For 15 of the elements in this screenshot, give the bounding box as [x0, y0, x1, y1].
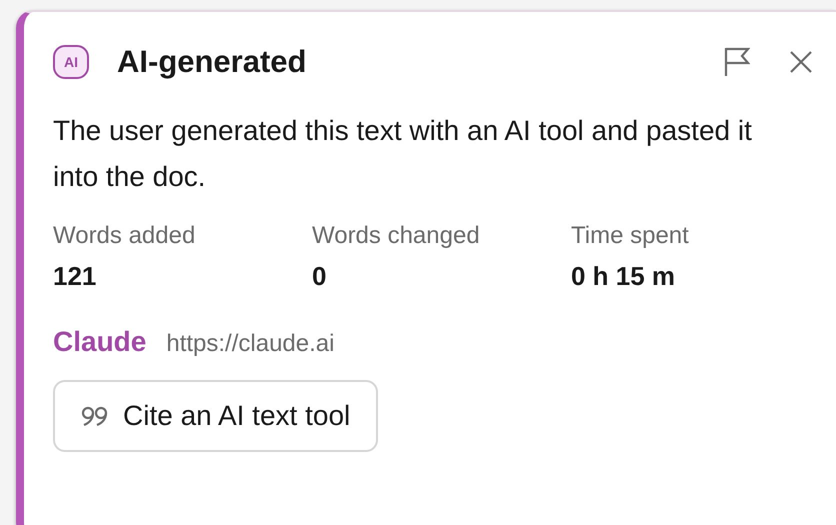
- source-name: Claude: [53, 326, 146, 358]
- cite-button[interactable]: Cite an AI text tool: [53, 380, 378, 452]
- stat-label: Words added: [53, 221, 196, 251]
- description-text: The user generated this text with an AI tool and pasted it into the doc.: [53, 114, 753, 194]
- stat-value: 0: [312, 260, 328, 293]
- stat-label: Words changed: [312, 221, 481, 251]
- ai-badge-icon: AI: [53, 45, 89, 79]
- stat-value: 0 h 15 m: [571, 260, 676, 293]
- stat-label: Time spent: [571, 221, 690, 251]
- quote-icon: [81, 406, 109, 426]
- card-title: AI-generated: [117, 44, 308, 80]
- stat-value: 121: [53, 260, 98, 293]
- source-url: https://claude.ai: [166, 330, 334, 358]
- close-icon[interactable]: [790, 51, 812, 73]
- flag-icon[interactable]: [724, 47, 750, 77]
